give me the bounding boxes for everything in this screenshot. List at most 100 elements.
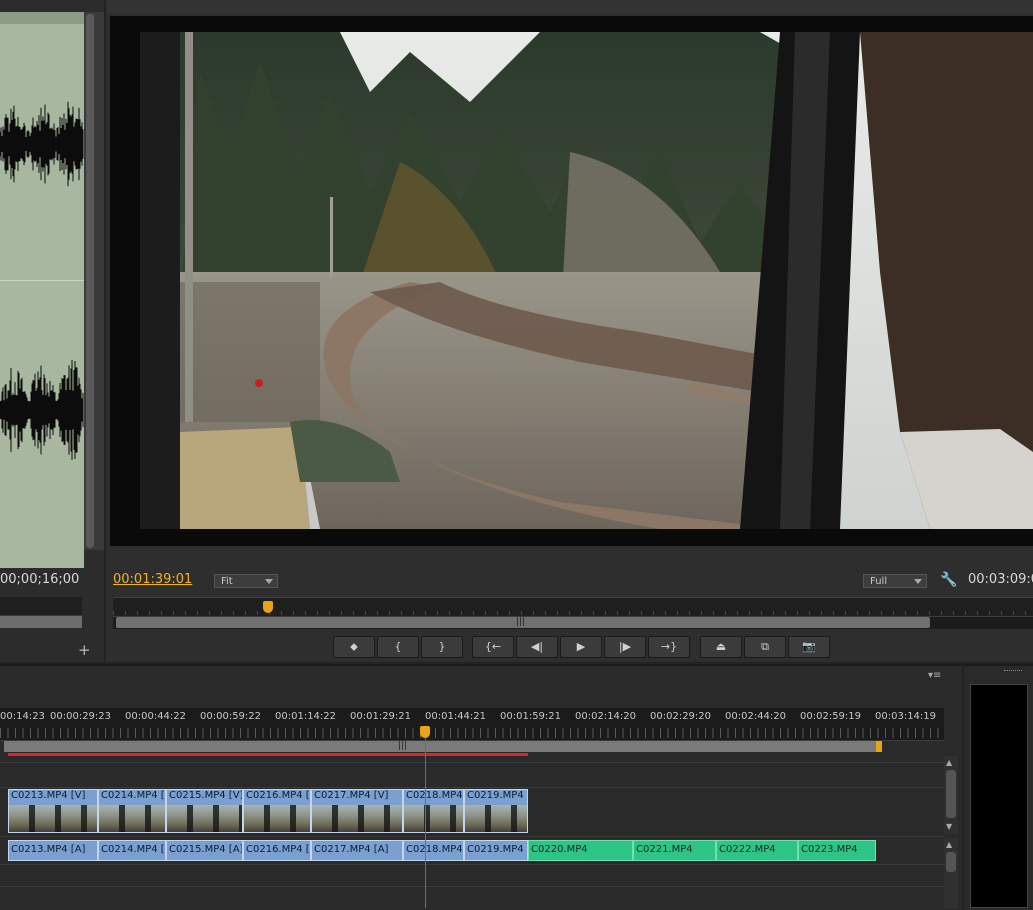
panel-grip-icon[interactable]: [1004, 670, 1022, 673]
ruler-label: 00:02:44:20: [725, 711, 787, 722]
audio-clip[interactable]: C0221.MP4: [633, 840, 716, 861]
ruler-label: 00:02:59:19: [800, 711, 862, 722]
clip-label: C0220.MP4: [531, 844, 588, 855]
track-divider: [0, 836, 944, 837]
go-to-out-icon: →}: [660, 640, 678, 653]
track-divider: [0, 787, 944, 788]
clip-label: C0219.MP4: [467, 844, 524, 855]
render-status-bar: [8, 753, 528, 756]
clip-label: C0216.MP4 [: [246, 790, 310, 801]
audio-clip[interactable]: C0217.MP4 [A]: [311, 840, 403, 861]
video-clip[interactable]: C0219.MP4: [464, 789, 528, 833]
scroll-up-icon[interactable]: ▲: [946, 758, 952, 767]
video-clip[interactable]: C0217.MP4 [V]: [311, 789, 403, 833]
grip-icon: |||: [516, 617, 526, 627]
audio-clip[interactable]: C0215.MP4 [A]: [166, 840, 243, 861]
clip-thumbnail: [404, 805, 463, 832]
lift-icon: ⏏: [715, 640, 727, 653]
duration-display: 00:03:09:0: [968, 572, 1033, 587]
audio-clip[interactable]: C0223.MP4: [798, 840, 876, 861]
video-clip[interactable]: C0214.MP4 [: [98, 789, 166, 833]
go-to-out-button[interactable]: →}: [648, 636, 690, 658]
video-clip[interactable]: C0218.MP4: [403, 789, 464, 833]
video-track-scrollbar[interactable]: ▲ ▼: [944, 756, 958, 834]
chevron-down-icon: [914, 579, 922, 584]
scroll-down-icon[interactable]: ▼: [946, 822, 952, 831]
program-playhead-icon[interactable]: [263, 601, 273, 613]
clip-label: C0215.MP4 [V]: [169, 790, 243, 801]
wrench-icon[interactable]: 🔧: [940, 572, 957, 588]
export-frame-button[interactable]: 📷: [788, 636, 830, 658]
audio-clip[interactable]: C0219.MP4: [464, 840, 528, 861]
mark-out-button[interactable]: }: [421, 636, 463, 658]
ruler-label: 00:02:14:20: [575, 711, 637, 722]
play-icon: ▶: [576, 640, 586, 653]
extract-button[interactable]: ⧉: [744, 636, 786, 658]
step-forward-icon: |▶: [618, 640, 632, 653]
clip-thumbnail: [465, 805, 527, 832]
program-zoom-scrollbar[interactable]: |||: [116, 617, 930, 628]
ruler-label: 00:00:59:22: [200, 711, 262, 722]
clip-label: C0218.MP4: [406, 790, 463, 801]
ruler-label: 00:02:29:20: [650, 711, 712, 722]
program-time-ruler[interactable]: [113, 597, 1033, 617]
ruler-label: 00:01:44:21: [425, 711, 487, 722]
add-button[interactable]: +: [78, 641, 91, 659]
zoom-level-label: Fit: [221, 576, 233, 587]
lift-button[interactable]: ⏏: [700, 636, 742, 658]
audio-meter-display: [970, 684, 1028, 908]
timeline-playhead-line[interactable]: [425, 738, 426, 908]
source-time-ruler[interactable]: [0, 597, 82, 616]
clip-label: C0218.MP4: [406, 844, 463, 855]
playback-resolution-dropdown[interactable]: Full: [863, 574, 927, 588]
scroll-thumb[interactable]: [946, 770, 956, 818]
clip-label: C0214.MP4 [: [101, 844, 165, 855]
waveform-graphic: [0, 101, 84, 460]
source-timecode[interactable]: 00;00;16;00: [0, 572, 79, 587]
ruler-label: 00:00:44:22: [125, 711, 187, 722]
go-to-in-button[interactable]: {←: [472, 636, 514, 658]
ruler-label: 00:01:59:21: [500, 711, 562, 722]
clip-thumbnail: [99, 805, 165, 832]
work-area-end-handle[interactable]: [876, 741, 882, 752]
video-clip[interactable]: C0216.MP4 [: [243, 789, 311, 833]
video-clip[interactable]: C0213.MP4 [V]: [8, 789, 98, 833]
audio-waveform[interactable]: [0, 12, 84, 568]
ruler-label: 00:01:14:22: [275, 711, 337, 722]
step-back-button[interactable]: ◀|: [516, 636, 558, 658]
program-video-frame-image[interactable]: [140, 32, 1033, 529]
camera-icon: 📷: [802, 640, 816, 653]
clip-label: C0217.MP4 [V]: [314, 790, 389, 801]
audio-track-scrollbar[interactable]: ▲: [944, 838, 958, 908]
mark-in-button[interactable]: {: [377, 636, 419, 658]
source-scroll-thumb[interactable]: [86, 14, 94, 548]
audio-clip[interactable]: C0220.MP4: [528, 840, 633, 861]
audio-clip[interactable]: C0213.MP4 [A]: [8, 840, 98, 861]
audio-clip[interactable]: C0214.MP4 [: [98, 840, 166, 861]
video-clip[interactable]: C0215.MP4 [V]: [166, 789, 243, 833]
timeline-playhead-icon[interactable]: [420, 726, 430, 738]
play-button[interactable]: ▶: [560, 636, 602, 658]
panel-menu-icon[interactable]: ▾≡: [928, 670, 941, 681]
add-marker-button[interactable]: ⬥: [333, 636, 375, 658]
clip-label: C0213.MP4 [V]: [11, 790, 86, 801]
clip-thumbnail: [9, 805, 97, 832]
clip-label: C0216.MP4 [: [246, 844, 310, 855]
go-to-in-icon: {←: [484, 640, 502, 653]
clip-label: C0213.MP4 [A]: [11, 844, 86, 855]
audio-clip[interactable]: C0218.MP4: [403, 840, 464, 861]
track-divider: [0, 864, 944, 865]
scroll-up-icon[interactable]: ▲: [946, 840, 952, 849]
source-zoom-scrollbar[interactable]: [0, 616, 82, 628]
resolution-label: Full: [870, 576, 888, 587]
zoom-level-dropdown[interactable]: Fit: [214, 574, 278, 588]
clip-label: C0222.MP4: [719, 844, 776, 855]
step-forward-button[interactable]: |▶: [604, 636, 646, 658]
scroll-thumb[interactable]: [946, 852, 956, 872]
audio-clip[interactable]: C0222.MP4: [716, 840, 798, 861]
audio-clip[interactable]: C0216.MP4 [: [243, 840, 311, 861]
clip-thumbnail: [167, 805, 242, 832]
current-time-display[interactable]: 00:01:39:01: [113, 572, 192, 587]
timeline-zoom-scrollbar[interactable]: |||: [4, 741, 880, 752]
ruler-label: 00:14:23: [0, 711, 45, 722]
